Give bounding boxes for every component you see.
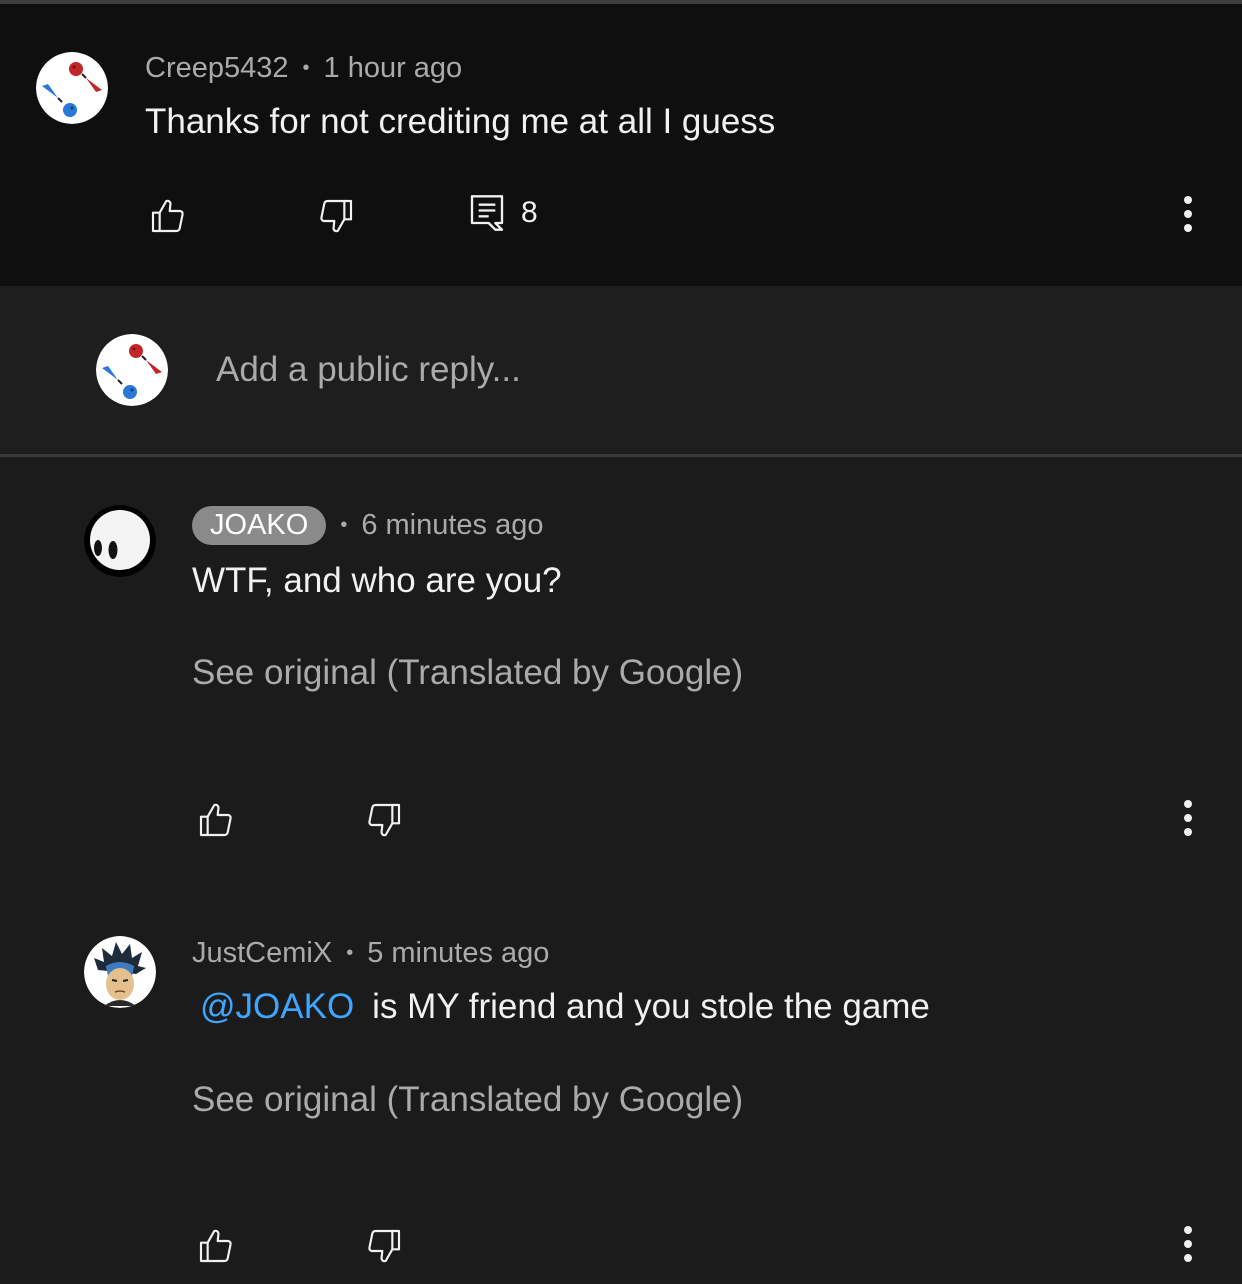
reply-count[interactable]: 8 bbox=[521, 196, 538, 230]
reply-composer bbox=[0, 286, 1242, 454]
like-icon[interactable] bbox=[196, 1226, 236, 1266]
timestamp[interactable]: 1 hour ago bbox=[324, 52, 463, 85]
comment-text: Thanks for not crediting me at all I gue… bbox=[145, 102, 776, 141]
replies-icon[interactable] bbox=[467, 193, 507, 233]
dislike-icon[interactable] bbox=[316, 196, 356, 236]
section-divider bbox=[0, 454, 1242, 457]
more-vert-icon[interactable] bbox=[1178, 1222, 1198, 1266]
reply-meta: JOAKO • 6 minutes ago bbox=[192, 506, 544, 545]
meta-separator: • bbox=[340, 514, 348, 536]
reply-input[interactable]: Add a public reply... bbox=[216, 350, 521, 390]
author-chip[interactable]: JOAKO bbox=[192, 506, 327, 545]
meta-separator: • bbox=[302, 57, 310, 79]
author-name[interactable]: JustCemiX bbox=[192, 937, 332, 970]
avatar[interactable] bbox=[84, 936, 156, 1008]
timestamp[interactable]: 6 minutes ago bbox=[361, 509, 543, 542]
more-vert-icon[interactable] bbox=[1178, 796, 1198, 840]
author-name[interactable]: Creep5432 bbox=[145, 52, 289, 85]
see-original-link[interactable]: See original (Translated by Google) bbox=[192, 1080, 743, 1120]
avatar[interactable] bbox=[36, 52, 108, 124]
like-icon[interactable] bbox=[148, 196, 188, 236]
more-vert-icon[interactable] bbox=[1178, 192, 1198, 236]
avatar[interactable] bbox=[84, 505, 156, 577]
dislike-icon[interactable] bbox=[364, 800, 404, 840]
reply-text: @JOAKO is MY friend and you stole the gam… bbox=[192, 987, 930, 1027]
meta-separator: • bbox=[346, 942, 354, 964]
avatar bbox=[96, 334, 168, 406]
reply-text-body: is MY friend and you stole the game bbox=[372, 987, 930, 1026]
comment-meta: Creep5432 • 1 hour ago bbox=[145, 52, 462, 85]
dislike-icon[interactable] bbox=[364, 1226, 404, 1266]
mention-link[interactable]: @JOAKO bbox=[200, 987, 354, 1026]
timestamp[interactable]: 5 minutes ago bbox=[367, 937, 549, 970]
reply-text: WTF, and who are you? bbox=[192, 561, 562, 600]
see-original-link[interactable]: See original (Translated by Google) bbox=[192, 653, 743, 693]
like-icon[interactable] bbox=[196, 800, 236, 840]
parent-comment bbox=[0, 4, 1242, 286]
reply-meta: JustCemiX • 5 minutes ago bbox=[192, 937, 549, 970]
